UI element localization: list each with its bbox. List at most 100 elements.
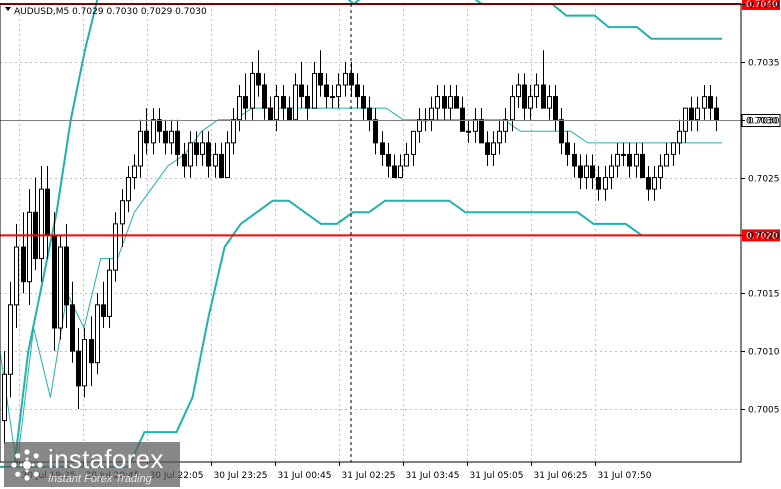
time-axis-tick-label: 30 Jul 23:25 <box>214 471 268 481</box>
candle-body <box>714 107 719 121</box>
candle-body <box>268 107 273 121</box>
candle-body <box>132 165 137 179</box>
candle-body <box>237 96 242 121</box>
candle-body <box>200 142 205 155</box>
candle-body <box>120 200 125 225</box>
candle-body <box>473 119 478 132</box>
candle-body <box>305 96 310 109</box>
candle-body <box>318 72 323 86</box>
candle-body <box>590 165 595 179</box>
candle-body <box>466 130 471 133</box>
price-axis-tick-label: 0.7020 <box>748 232 780 242</box>
candle-body <box>380 142 385 155</box>
candle-body <box>664 153 669 167</box>
candle-body <box>256 72 261 86</box>
candle-body <box>188 142 193 167</box>
watermark-brand: instaforex <box>48 444 164 474</box>
price-axis-tick-label: 0.7005 <box>748 406 780 416</box>
candle-body <box>572 153 577 167</box>
candle-body <box>126 177 131 202</box>
candle-body <box>516 84 521 98</box>
candle-body <box>392 165 397 179</box>
candle-body <box>213 153 218 167</box>
candle-body <box>274 96 279 121</box>
candle-body <box>330 96 335 99</box>
candle-body <box>534 84 539 98</box>
candle-body <box>144 130 149 144</box>
candle-body <box>169 130 174 144</box>
chart-canvas[interactable]: 0.70400.70200.7030 0.70400.70350.70300.7… <box>0 0 781 489</box>
candle-body <box>52 234 57 329</box>
time-axis-tick-label: 31 Jul 00:45 <box>278 471 332 481</box>
candle-body <box>287 107 292 121</box>
candle-body <box>528 96 533 109</box>
price-axis-tick-label: 0.7030 <box>748 117 780 127</box>
candle-body <box>95 304 100 364</box>
candle-body <box>621 153 626 156</box>
header: AUDUSD,M5 0.7029 0.7030 0.7029 0.7030 <box>5 7 207 17</box>
instaforex-logo-icon <box>11 449 43 481</box>
candle-body <box>64 246 69 306</box>
watermark: instaforex Instant Forex Trading <box>4 442 180 487</box>
candle-body <box>677 130 682 144</box>
candle-body <box>373 119 378 144</box>
price-axis-tick-label: 0.7035 <box>748 59 780 69</box>
candle-body <box>107 269 112 317</box>
candle-body <box>479 119 484 144</box>
candle-body <box>522 84 527 109</box>
candle-body <box>113 223 118 271</box>
candle-body <box>21 246 26 283</box>
candle-body <box>411 130 416 155</box>
watermark-tagline: Instant Forex Trading <box>48 473 152 485</box>
candle-body <box>503 119 508 132</box>
price-axis-tick-label: 0.7010 <box>748 348 780 358</box>
candle-body <box>702 96 707 109</box>
candle-body <box>627 153 632 167</box>
candle-body <box>45 188 50 236</box>
price-axis-tick-label: 0.7015 <box>748 290 780 300</box>
candle-body <box>175 130 180 155</box>
candle-body <box>281 96 286 109</box>
candle-body <box>541 84 546 109</box>
candle-body <box>640 153 645 179</box>
candle-body <box>250 72 255 109</box>
candle-body <box>603 177 608 190</box>
candle-body <box>386 153 391 167</box>
candle-body <box>491 142 496 155</box>
symbol-line: AUDUSD,M5 0.7029 0.7030 0.7029 0.7030 <box>14 7 207 17</box>
candle-body <box>578 165 583 179</box>
time-axis-tick-label: 31 Jul 02:25 <box>342 471 396 481</box>
price-axis-tick-label: 0.7025 <box>748 175 780 185</box>
candle-body <box>417 119 422 132</box>
candle-body <box>299 84 304 98</box>
candle-body <box>652 177 657 190</box>
candle-body <box>658 165 663 179</box>
candle-body <box>708 96 713 109</box>
candle-body <box>324 84 329 98</box>
time-axis-tick-label: 31 Jul 07:50 <box>598 471 652 481</box>
candle-body <box>58 246 63 329</box>
candle-body <box>343 72 348 86</box>
candle-body <box>2 373 7 422</box>
candle-body <box>293 84 298 121</box>
price-axis-tick-label: 0.7040 <box>748 1 780 11</box>
candle-body <box>695 107 700 121</box>
candle-body <box>429 107 434 121</box>
candle-body <box>683 107 688 132</box>
candle-body <box>182 153 187 167</box>
candle-body <box>367 107 372 121</box>
candle-body <box>398 165 403 179</box>
candle-body <box>231 119 236 144</box>
candle-body <box>336 84 341 98</box>
candle-body <box>634 153 639 167</box>
candle-body <box>454 96 459 109</box>
candle-body <box>485 142 490 155</box>
candle-body <box>510 96 515 121</box>
candle-body <box>82 339 87 387</box>
candle-body <box>553 96 558 121</box>
candle-body <box>243 96 248 109</box>
candle-body <box>565 142 570 155</box>
candle <box>58 235 63 340</box>
candle-body <box>225 142 230 179</box>
candle-body <box>646 177 651 190</box>
